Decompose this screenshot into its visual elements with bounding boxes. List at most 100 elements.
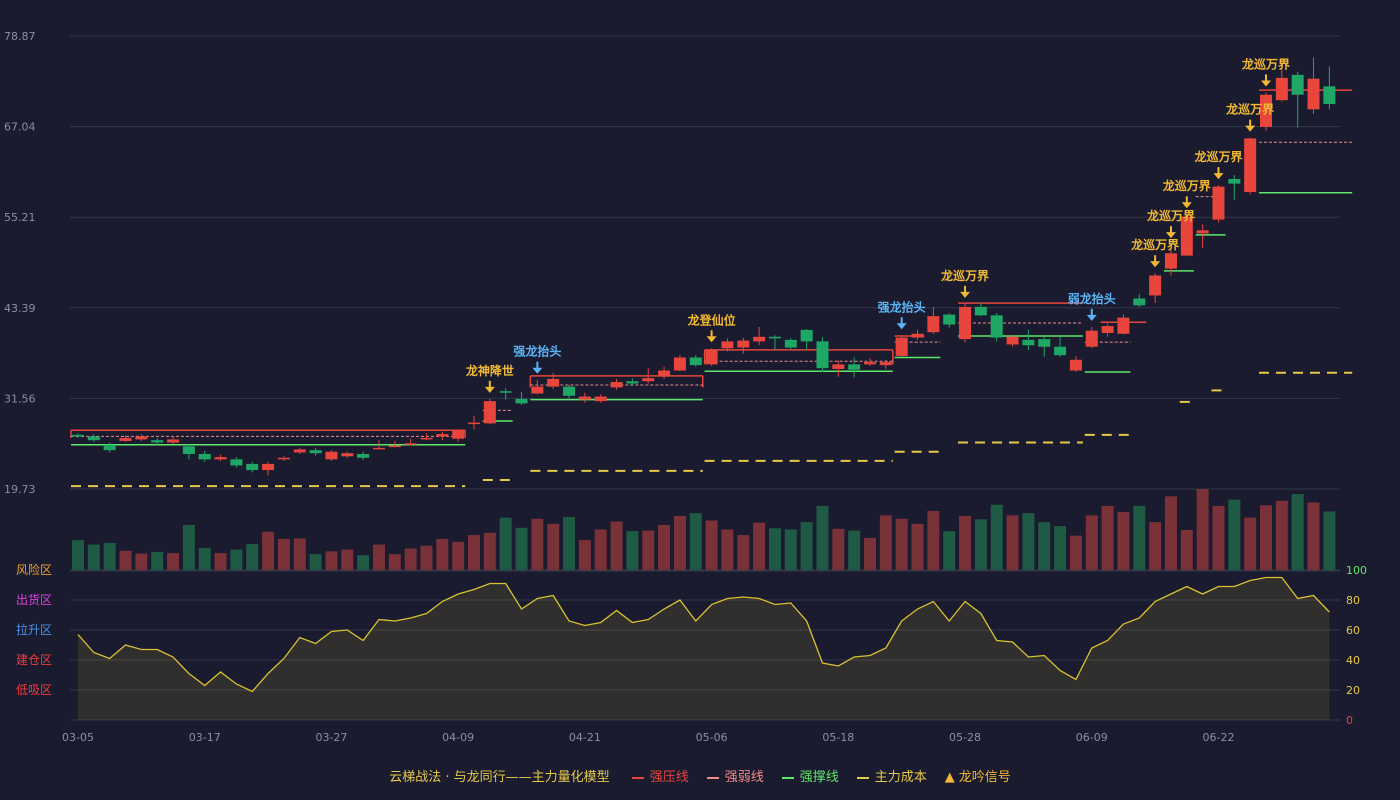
candle-body xyxy=(103,444,116,451)
candle-body xyxy=(1069,359,1082,371)
volume-bar xyxy=(135,553,148,571)
candle-body xyxy=(784,339,797,348)
signal-label: 龙巡万界 xyxy=(1163,178,1211,193)
volume-bar xyxy=(499,517,512,571)
osc-tick-label: 40 xyxy=(1346,654,1360,667)
candle-body xyxy=(293,449,306,453)
volume-bar xyxy=(784,529,797,571)
volume-bar xyxy=(230,549,243,571)
volume-bar xyxy=(483,532,496,571)
signal-label: 龙巡万界 xyxy=(1242,56,1290,71)
volume-bar xyxy=(1196,489,1209,571)
legend-label: 强弱线 xyxy=(724,770,764,785)
candle-body xyxy=(990,315,1003,338)
signal-arrow-head xyxy=(532,367,543,374)
candle-body xyxy=(135,436,148,440)
osc-zone-label: 出货区 xyxy=(16,592,52,607)
candle-body xyxy=(357,453,370,458)
candle-body xyxy=(1275,77,1288,101)
candle-body xyxy=(879,362,892,366)
volume-bar xyxy=(943,531,956,571)
osc-zone-label: 低吸区 xyxy=(16,683,52,697)
signal-arrow-head xyxy=(1245,125,1256,132)
osc-tick-label: 80 xyxy=(1346,594,1360,607)
legend-item: ▲ 龙吟信号 xyxy=(945,766,1011,785)
volume-bar xyxy=(800,522,813,571)
volume-bar xyxy=(547,523,560,571)
candle-body xyxy=(1006,336,1019,345)
volume-bar xyxy=(87,544,100,571)
volume-bar xyxy=(468,535,480,571)
volume-bar xyxy=(198,547,211,571)
candle-body xyxy=(1196,230,1209,234)
volume-bar xyxy=(737,535,750,571)
volume-bar xyxy=(404,548,417,571)
volume-bar xyxy=(436,538,449,571)
volume-bar xyxy=(1069,535,1082,571)
volume-bar xyxy=(420,545,433,571)
pressure-lines xyxy=(70,89,1353,438)
volume-bar xyxy=(832,528,845,571)
volume-bar xyxy=(214,553,227,571)
candle-body xyxy=(325,451,338,460)
candle-body xyxy=(246,463,259,471)
signal-arrow-head xyxy=(960,291,971,298)
volume-bar xyxy=(246,544,259,571)
candle-body xyxy=(800,329,813,342)
volume-bar xyxy=(658,524,671,571)
candle-body xyxy=(1291,74,1304,95)
volume-bar xyxy=(927,510,940,571)
candle-body xyxy=(87,436,100,441)
candle-body xyxy=(658,370,671,377)
candle-body xyxy=(277,457,290,460)
signal-arrow-head xyxy=(1181,202,1192,209)
candle-body xyxy=(1149,275,1162,296)
candle-body xyxy=(515,398,528,404)
legend-label: 强压线 xyxy=(649,770,689,785)
legend-title: 云梯战法 · 与龙同行——主力量化模型 xyxy=(389,770,610,785)
osc-tick-label: 60 xyxy=(1346,624,1360,637)
volume-bar xyxy=(1038,522,1051,571)
volume-bar xyxy=(341,549,354,571)
volume-bar xyxy=(816,505,829,571)
candle-body xyxy=(214,457,227,460)
candle-body xyxy=(705,349,718,365)
signal-arrow-head xyxy=(1150,261,1161,268)
candle-body xyxy=(151,440,164,443)
volume-bar xyxy=(578,540,591,571)
candle-body xyxy=(372,447,385,450)
volume-bar xyxy=(325,551,338,571)
signal-arrow-head xyxy=(484,386,495,393)
signal-arrow-head xyxy=(1261,80,1271,87)
volume-bar xyxy=(895,518,908,571)
candle-body xyxy=(642,378,655,382)
volume-bar xyxy=(103,542,116,571)
legend-item: 强压线 xyxy=(631,766,689,785)
date-tick-label: 03-05 xyxy=(62,731,94,744)
osc-zone-label: 拉升区 xyxy=(16,622,52,637)
candle-body xyxy=(927,316,940,333)
signal-arrow-head xyxy=(1165,232,1176,239)
candle-body xyxy=(230,459,243,466)
candle-body xyxy=(578,396,591,400)
volume-bar xyxy=(721,529,734,571)
candle-body xyxy=(974,306,987,316)
volume-bar xyxy=(642,530,655,571)
volume-bar xyxy=(1228,499,1241,571)
date-axis: 03-05 03-17 03-27 04-09 04-21 05-06 05-18 05-28… xyxy=(62,731,1234,744)
signal-label: 龙巡万界 xyxy=(1226,102,1274,117)
candle-body xyxy=(1133,298,1146,306)
signal-label: 强龙抬头 xyxy=(513,344,561,359)
osc-zone-label: 风险区 xyxy=(16,562,52,577)
candle-body xyxy=(182,446,195,454)
candle-body xyxy=(753,336,766,342)
volume-bar xyxy=(594,529,607,571)
date-tick-label: 06-22 xyxy=(1202,731,1234,744)
candle-body xyxy=(1164,253,1177,269)
candle-body xyxy=(1101,326,1114,333)
candle-body xyxy=(309,450,322,454)
volume-bar xyxy=(911,523,924,571)
osc-tick-label: 20 xyxy=(1346,684,1360,697)
volume-bar xyxy=(1101,505,1114,571)
candle-body xyxy=(689,357,702,366)
